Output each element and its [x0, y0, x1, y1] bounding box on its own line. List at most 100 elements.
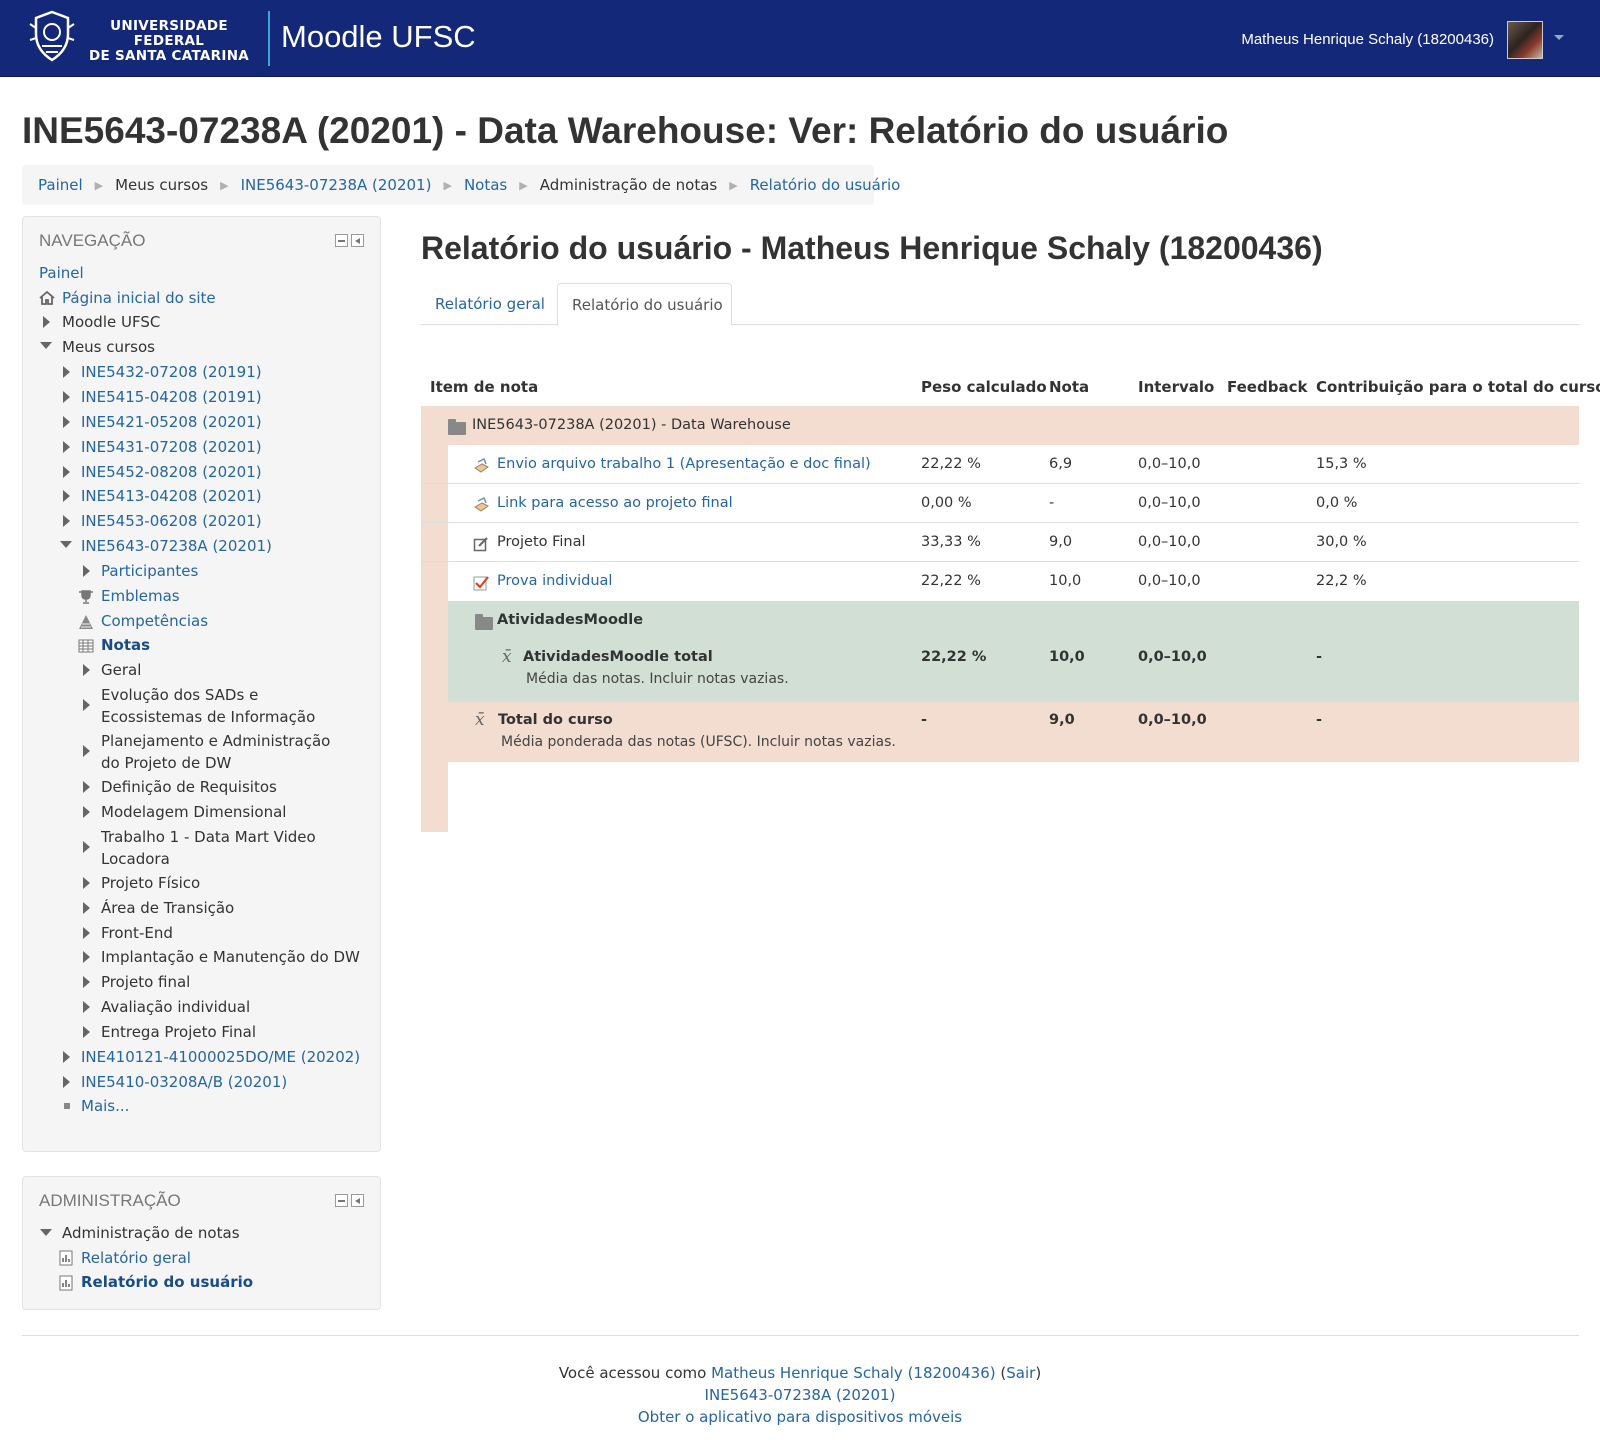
nav-participants[interactable]: Participantes: [101, 560, 198, 582]
nav-more[interactable]: Mais...: [81, 1095, 129, 1117]
ufsc-logo-icon[interactable]: [28, 10, 76, 62]
nav-section[interactable]: Área de Transição: [101, 897, 234, 919]
expand-icon[interactable]: [63, 416, 70, 428]
grade-item-link[interactable]: Envio arquivo trabalho 1 (Apresentação e…: [497, 456, 871, 472]
dock-block-icon[interactable]: [351, 1194, 364, 1207]
expand-icon[interactable]: [83, 664, 90, 676]
collapse-icon[interactable]: [40, 1229, 52, 1236]
nav-course-item[interactable]: INE5432-07208 (20191): [81, 361, 262, 383]
grade-item-link[interactable]: Link para acesso ao projeto final: [497, 495, 733, 511]
footer-user-link[interactable]: Matheus Henrique Schaly (18200436): [711, 1364, 996, 1382]
expand-icon[interactable]: [83, 951, 90, 963]
nav-section[interactable]: Definição de Requisitos: [101, 776, 277, 798]
grade-item-link[interactable]: Prova individual: [497, 573, 612, 589]
nav-section[interactable]: Geral: [101, 659, 141, 681]
weight-cell: -: [921, 712, 928, 728]
expand-icon[interactable]: [63, 366, 70, 378]
nav-moodle-ufsc[interactable]: Moodle UFSC: [62, 311, 160, 333]
expand-icon[interactable]: [83, 1001, 90, 1013]
expand-icon[interactable]: [63, 441, 70, 453]
nav-home[interactable]: Página inicial do site: [62, 287, 216, 309]
tab-overview-report[interactable]: Relatório geral: [421, 283, 559, 325]
nav-section[interactable]: Evolução dos SADs e Ecossistemas de Info…: [101, 684, 351, 728]
nav-course-item[interactable]: INE5431-07208 (20201): [81, 436, 262, 458]
expand-icon[interactable]: [63, 490, 70, 502]
nav-course-item[interactable]: INE5421-05208 (20201): [81, 411, 262, 433]
administration-block: ADMINISTRAÇÃO Administração de notas Rel…: [22, 1176, 381, 1310]
nav-course-item[interactable]: INE410121-41000025DO/ME (20202): [81, 1046, 360, 1068]
admin-report-overview[interactable]: Relatório geral: [81, 1247, 191, 1269]
footer-course-link[interactable]: INE5643-07238A (20201): [705, 1386, 896, 1404]
aggregation-icon: x̄: [502, 647, 512, 667]
expand-icon[interactable]: [83, 699, 90, 711]
expand-icon[interactable]: [63, 466, 70, 478]
expand-icon[interactable]: [83, 976, 90, 988]
block-controls: [335, 234, 364, 247]
nav-course-item[interactable]: INE5413-04208 (20201): [81, 485, 262, 507]
grade-cell: 9,0: [1049, 712, 1075, 728]
expand-icon[interactable]: [63, 1076, 70, 1088]
nav-badges[interactable]: Emblemas: [101, 585, 180, 607]
nav-course-item[interactable]: INE5415-04208 (20191): [81, 386, 262, 408]
table-row: Projeto Final 33,33 % 9,0 0,0–10,0 30,0 …: [421, 523, 1579, 562]
expand-icon[interactable]: [83, 1026, 90, 1038]
breadcrumb-notas[interactable]: Notas: [464, 176, 507, 194]
expand-icon[interactable]: [83, 806, 90, 818]
minimize-block-icon[interactable]: [335, 1194, 348, 1207]
breadcrumb-course[interactable]: INE5643-07238A (20201): [241, 176, 432, 194]
nav-course-item[interactable]: INE5453-06208 (20201): [81, 510, 262, 532]
nav-competencies[interactable]: Competências: [101, 610, 208, 632]
trophy-icon: [79, 590, 93, 604]
expand-icon[interactable]: [83, 565, 90, 577]
site-brand[interactable]: Moodle UFSC: [281, 19, 476, 55]
column-header-weight: Peso calculado: [921, 378, 1047, 396]
collapse-icon[interactable]: [40, 342, 52, 349]
user-menu-caret-icon[interactable]: [1554, 35, 1564, 40]
expand-icon[interactable]: [63, 515, 70, 527]
nav-section[interactable]: Projeto Físico: [101, 872, 200, 894]
expand-icon[interactable]: [83, 841, 90, 853]
mobile-app-link[interactable]: Obter o aplicativo para dispositivos móv…: [638, 1408, 962, 1426]
nav-painel[interactable]: Painel: [39, 262, 84, 284]
expand-icon[interactable]: [43, 316, 50, 328]
tab-user-report[interactable]: Relatório do usuário: [557, 283, 732, 326]
nav-section[interactable]: Front-End: [101, 922, 173, 944]
admin-grades-group[interactable]: Administração de notas: [62, 1222, 240, 1244]
dock-block-icon[interactable]: [351, 234, 364, 247]
nav-section[interactable]: Implantação e Manutenção do DW: [101, 946, 360, 968]
expand-icon[interactable]: [83, 877, 90, 889]
avatar[interactable]: [1507, 21, 1543, 59]
nav-my-courses[interactable]: Meus cursos: [62, 336, 155, 358]
nav-grades[interactable]: Notas: [101, 634, 150, 656]
nav-section[interactable]: Planejamento e Administração do Projeto …: [101, 730, 351, 774]
nav-section[interactable]: Projeto final: [101, 971, 190, 993]
university-name[interactable]: UNIVERSIDADE FEDERAL DE SANTA CATARINA: [77, 19, 261, 64]
expand-icon[interactable]: [63, 391, 70, 403]
expand-icon[interactable]: [83, 781, 90, 793]
logout-link[interactable]: Sair: [1006, 1364, 1035, 1382]
nav-current-course[interactable]: INE5643-07238A (20201): [81, 535, 272, 557]
breadcrumb: Painel ▶ Meus cursos ▶ INE5643-07238A (2…: [22, 165, 900, 205]
expand-icon[interactable]: [83, 745, 90, 757]
report-icon: [59, 1275, 73, 1291]
nav-section[interactable]: Trabalho 1 - Data Mart Video Locadora: [101, 826, 351, 870]
breadcrumb-painel[interactable]: Painel: [38, 176, 83, 194]
column-header-item: Item de nota: [430, 378, 539, 396]
administration-block-title: ADMINISTRAÇÃO: [39, 1191, 181, 1210]
nav-section[interactable]: Entrega Projeto Final: [101, 1021, 256, 1043]
expand-icon[interactable]: [63, 1051, 70, 1063]
contribution-cell: 0,0 %: [1316, 495, 1358, 511]
collapse-icon[interactable]: [60, 541, 72, 548]
user-menu-name[interactable]: Matheus Henrique Schaly (18200436): [1241, 31, 1494, 48]
expand-icon[interactable]: [83, 927, 90, 939]
nav-course-item[interactable]: INE5452-08208 (20201): [81, 461, 262, 483]
minimize-block-icon[interactable]: [335, 234, 348, 247]
breadcrumb-relatorio-usuario[interactable]: Relatório do usuário: [750, 176, 901, 194]
nav-course-item[interactable]: INE5410-03208A/B (20201): [81, 1071, 287, 1093]
admin-report-user[interactable]: Relatório do usuário: [81, 1271, 253, 1293]
expand-icon[interactable]: [83, 902, 90, 914]
nav-section[interactable]: Modelagem Dimensional: [101, 801, 286, 823]
nav-section[interactable]: Avaliação individual: [101, 996, 250, 1018]
grade-cell: 9,0: [1049, 534, 1073, 550]
footer-course: INE5643-07238A (20201): [0, 1386, 1600, 1404]
